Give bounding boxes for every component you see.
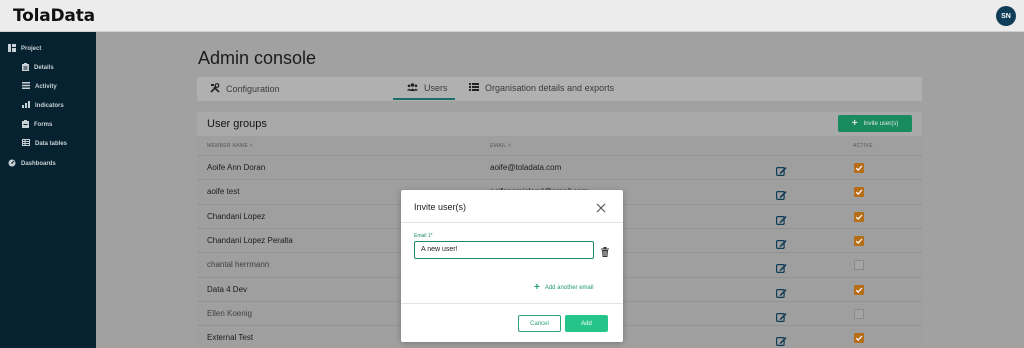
invite-users-modal: Invite user(s) Email 1* A new user! + Ad… xyxy=(401,190,623,342)
edit-icon[interactable] xyxy=(776,260,787,278)
active-checkbox[interactable] xyxy=(854,235,864,246)
active-checkbox[interactable] xyxy=(854,187,864,198)
cancel-button[interactable]: Cancel xyxy=(518,315,561,332)
list-icon xyxy=(469,83,479,93)
page-title: Admin console xyxy=(198,48,317,68)
table-row[interactable]: Aoife Ann Doran aoife@toladata.com xyxy=(197,155,922,179)
email-field-label: Email 1* xyxy=(414,233,433,239)
active-tab-indicator xyxy=(393,98,455,100)
invite-users-button[interactable]: + Invite user(s) xyxy=(838,115,912,132)
member-name-cell: chantal herrmann xyxy=(207,260,270,270)
top-bar: TolaData SN xyxy=(0,0,1024,32)
project-icon xyxy=(8,44,16,54)
edit-icon[interactable] xyxy=(776,187,787,205)
column-header-email[interactable]: EMAIL ˅ xyxy=(490,143,511,149)
close-icon[interactable] xyxy=(596,200,606,218)
edit-icon[interactable] xyxy=(776,212,787,230)
dashboards-icon xyxy=(8,159,16,169)
modal-title: Invite user(s) xyxy=(414,202,467,212)
member-name-cell: aoife test xyxy=(207,187,240,197)
app-logo[interactable]: TolaData xyxy=(13,6,95,26)
sidebar-item-label: Data tables xyxy=(35,140,68,147)
edit-icon[interactable] xyxy=(776,236,787,254)
sidebar: Project Details Activity Indicators Form… xyxy=(0,32,96,348)
edit-icon[interactable] xyxy=(776,333,787,348)
sidebar-item-label: Forms xyxy=(34,122,53,128)
sidebar-item-activity[interactable]: Activity xyxy=(22,82,57,91)
modal-divider xyxy=(401,222,623,223)
tab-label: Users xyxy=(424,83,448,93)
active-checkbox[interactable] xyxy=(854,211,864,222)
member-name-cell: Chandani Lopez xyxy=(207,211,266,221)
add-another-email-label: Add another email xyxy=(544,284,594,291)
active-checkbox[interactable] xyxy=(854,284,864,295)
sidebar-item-data-tables[interactable]: Data tables xyxy=(22,139,67,148)
tab-label: Configuration xyxy=(226,84,280,94)
users-icon xyxy=(407,83,418,93)
sidebar-item-dashboards[interactable]: Dashboards xyxy=(8,159,56,169)
invite-button-label: Invite user(s) xyxy=(863,120,899,127)
tools-icon xyxy=(210,83,220,95)
plus-icon: + xyxy=(851,118,858,129)
sidebar-item-label: Indicators xyxy=(35,102,64,109)
tab-users[interactable]: Users xyxy=(407,83,448,93)
tab-label: Organisation details and exports xyxy=(485,83,615,93)
panel-header: User groups + Invite user(s) xyxy=(197,112,922,136)
active-checkbox[interactable] xyxy=(854,333,864,344)
active-checkbox[interactable] xyxy=(854,260,864,271)
edit-icon[interactable] xyxy=(776,285,787,303)
sidebar-item-label: Project xyxy=(21,46,42,52)
details-icon xyxy=(22,63,29,73)
active-checkbox[interactable] xyxy=(854,163,864,173)
plus-icon: + xyxy=(534,282,540,293)
sidebar-item-indicators[interactable]: Indicators xyxy=(22,101,64,110)
sidebar-item-details[interactable]: Details xyxy=(22,63,54,73)
member-name-cell: Data 4 Dev xyxy=(207,284,248,294)
edit-icon[interactable] xyxy=(776,163,787,181)
tab-organisation[interactable]: Organisation details and exports xyxy=(469,83,614,93)
active-checkbox[interactable] xyxy=(854,308,864,319)
sidebar-item-label: Details xyxy=(34,65,54,71)
sidebar-item-label: Dashboards xyxy=(21,161,56,167)
member-name-cell: External Test xyxy=(207,333,254,343)
tab-bar: Configuration Users Organisation details… xyxy=(197,77,922,101)
avatar[interactable]: SN xyxy=(996,6,1016,26)
forms-icon xyxy=(22,120,29,130)
modal-divider xyxy=(401,303,623,304)
panel-title: User groups xyxy=(207,118,267,130)
sidebar-item-label: Activity xyxy=(35,83,57,90)
column-header-active: ACTIVE xyxy=(853,143,873,149)
indicators-icon xyxy=(22,101,30,110)
tab-configuration[interactable]: Configuration xyxy=(210,83,280,95)
add-another-email-link[interactable]: + Add another email xyxy=(534,282,594,293)
activity-icon xyxy=(22,82,30,91)
add-button[interactable]: Add xyxy=(565,315,608,332)
trash-icon[interactable] xyxy=(601,244,609,262)
email-cell: aoife@toladata.com xyxy=(490,163,562,172)
sidebar-item-project[interactable]: Project xyxy=(8,44,41,54)
member-name-cell: Chandani Lopez Peralta xyxy=(207,235,293,245)
column-header-member-name[interactable]: MEMBER NAME ˅ xyxy=(207,143,253,149)
member-name-cell: Ellen Koenig xyxy=(207,308,252,318)
sidebar-item-forms[interactable]: Forms xyxy=(22,120,52,130)
member-name-cell: Aoife Ann Doran xyxy=(207,163,266,172)
data-tables-icon xyxy=(22,139,30,148)
edit-icon[interactable] xyxy=(776,309,787,327)
email-field[interactable]: A new user! xyxy=(414,241,594,259)
